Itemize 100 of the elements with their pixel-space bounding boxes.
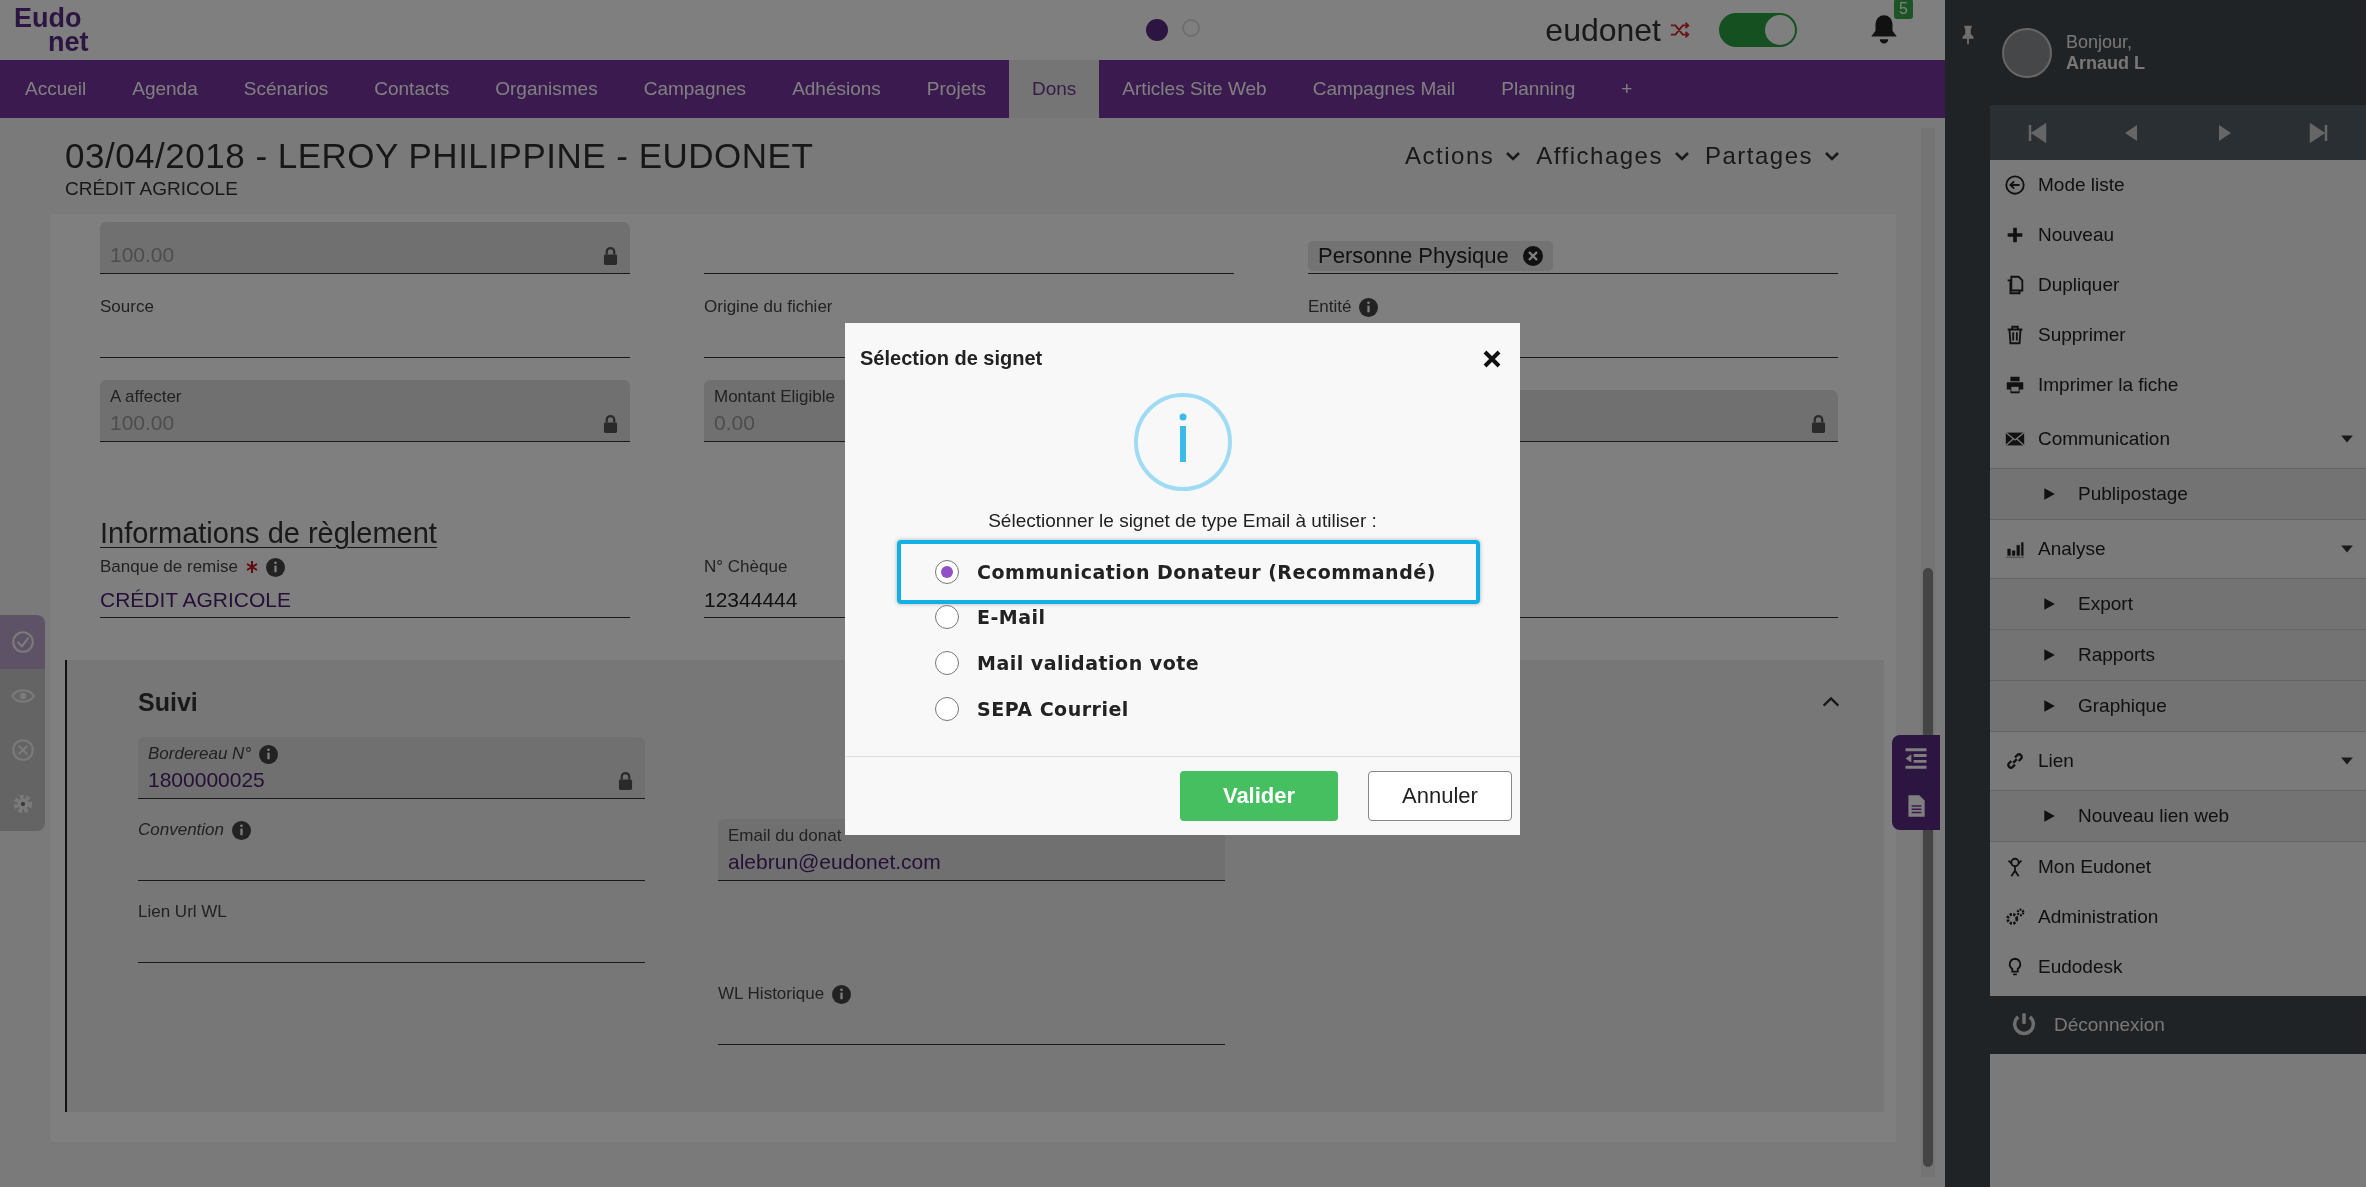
nav-tab[interactable]: Campagnes	[620, 60, 770, 118]
dropdown-menu[interactable]: Actions	[1405, 142, 1523, 170]
close-icon[interactable]	[1482, 348, 1502, 369]
nav-tab[interactable]: Organismes	[472, 60, 621, 118]
cancel-button[interactable]: Annuler	[1368, 771, 1512, 821]
menu-label: Administration	[2038, 906, 2159, 928]
submenu-item[interactable]: Publipostage	[1990, 469, 2366, 520]
triangle-right-icon	[2042, 699, 2056, 713]
field-label: Montant Eligible	[714, 387, 835, 407]
triangle-right-icon	[2042, 597, 2056, 611]
menu-item[interactable]: Supprimer	[1990, 310, 2366, 360]
confirm-button[interactable]: Valider	[1180, 771, 1338, 821]
arrow-circle-left-icon	[2004, 174, 2026, 196]
radio-button[interactable]	[935, 651, 959, 675]
nav-tab[interactable]: Planning	[1478, 60, 1599, 118]
field-label: Email du donat	[728, 826, 842, 846]
menu-item[interactable]: Dupliquer	[1990, 260, 2366, 310]
greeting-text: Bonjour,	[2066, 31, 2134, 53]
submenu-item[interactable]: Graphique	[1990, 681, 2366, 732]
field-label: A affecter	[110, 387, 182, 407]
logout-label: Déconnexion	[2054, 1014, 2165, 1036]
field-label: WL Historique	[718, 984, 825, 1004]
nav-tab[interactable]: Articles Site Web	[1099, 60, 1290, 118]
radio-button[interactable]	[935, 605, 959, 629]
radio-option[interactable]: E-Mail	[935, 605, 1046, 629]
option-label: Mail validation vote	[977, 652, 1200, 674]
triangle-right-icon	[2042, 809, 2056, 823]
field-label: Origine du fichier	[704, 297, 833, 317]
nav-tab[interactable]: +	[1598, 60, 1656, 118]
menu-label: Actions	[1405, 142, 1495, 170]
input-field[interactable]: CRÉDIT AGRICOLE	[100, 578, 630, 618]
input-field[interactable]: Bordereau N° 1800000025	[138, 737, 645, 799]
radio-button[interactable]	[935, 560, 959, 584]
shuffle-icon	[1669, 19, 1691, 41]
record-title: 03/04/2018 - LEROY PHILIPPINE - EUDONET	[65, 136, 814, 176]
radio-option[interactable]: Mail validation vote	[935, 651, 1200, 675]
nav-tab[interactable]: Contacts	[351, 60, 473, 118]
submenu-label: Export	[2078, 593, 2133, 615]
option-label: Communication Donateur (Recommandé)	[977, 561, 1436, 583]
menu-item[interactable]: Mode liste	[1990, 160, 2366, 210]
toggle-switch[interactable]	[1719, 13, 1797, 47]
field-label: Lien Url WL	[138, 902, 227, 922]
avatar	[2002, 27, 2052, 78]
menu-label: Supprimer	[2038, 324, 2126, 346]
menu-item[interactable]: Nouveau	[1990, 210, 2366, 260]
link-icon	[2004, 750, 2026, 772]
menu-item[interactable]: Eudodesk	[1990, 942, 2366, 992]
submenu-item[interactable]: Nouveau lien web	[1990, 791, 2366, 842]
radio-option[interactable]: Communication Donateur (Recommandé)	[935, 560, 1436, 584]
side-tab[interactable]	[1892, 735, 1940, 830]
nav-tab[interactable]: Projets	[903, 60, 1009, 118]
section-title: Suivi	[138, 687, 198, 717]
submenu-label: Nouveau lien web	[2078, 805, 2230, 827]
check-circle-button[interactable]	[0, 615, 45, 669]
scrollbar[interactable]	[1921, 128, 1935, 1177]
dropdown-menu[interactable]: Affichages	[1536, 142, 1691, 170]
nav-tab[interactable]: Scénarios	[220, 60, 352, 118]
menu-label: Nouveau	[2038, 224, 2115, 246]
pager-dot[interactable]	[1146, 19, 1168, 41]
field-value: alebrun@eudonet.com	[728, 850, 941, 874]
triangle-right-icon	[2042, 487, 2056, 501]
submenu-label: Graphique	[2078, 695, 2167, 717]
chip-label: Personne Physique	[1318, 243, 1509, 269]
input-field[interactable]: Personne Physique	[1308, 234, 1838, 274]
field-label: Banque de remise	[100, 557, 238, 577]
menu-item[interactable]: Mon Eudonet	[1990, 842, 2366, 892]
menu-label: Mode liste	[2038, 174, 2125, 196]
user-name: Arnaud L	[2066, 52, 2145, 74]
field-label: Entité	[1308, 297, 1352, 317]
nav-tab[interactable]: Agenda	[109, 60, 221, 118]
record-subtitle: CRÉDIT AGRICOLE	[65, 178, 239, 200]
brand-name: eudonet	[1545, 11, 1661, 49]
menu-item[interactable]: Imprimer la fiche	[1990, 360, 2366, 410]
section-heading: Informations de règlement	[100, 517, 437, 550]
notification-badge: 5	[1894, 0, 1913, 19]
menu-item[interactable]: Administration	[1990, 892, 2366, 942]
dialog-prompt: Sélectionner le signet de type Email à utiliser :	[988, 510, 1377, 532]
gears-icon	[2004, 906, 2026, 928]
nav-tab[interactable]: Campagnes Mail	[1289, 60, 1479, 118]
menu-label: Communication	[2038, 428, 2170, 450]
logout-button[interactable]: Déconnexion	[1990, 996, 2366, 1054]
menu-label: Eudodesk	[2038, 956, 2123, 978]
nav-tab[interactable]: Dons	[1009, 60, 1100, 118]
field-label: Source	[100, 297, 154, 317]
nav-tab[interactable]: Accueil	[2, 60, 110, 118]
menu-label: Partages	[1704, 142, 1813, 170]
logo: Eudo net	[14, 6, 90, 54]
field-label: N° Chèque	[704, 557, 788, 577]
radio-option[interactable]: SEPA Courriel	[935, 697, 1129, 721]
nav-tab[interactable]: Adhésions	[769, 60, 904, 118]
remove-icon[interactable]	[1522, 246, 1543, 266]
submenu-label: Publipostage	[2078, 483, 2188, 505]
radio-button[interactable]	[935, 697, 959, 721]
submenu-item[interactable]: Rapports	[1990, 630, 2366, 681]
check-circle-icon	[9, 629, 36, 655]
info-icon	[1132, 392, 1233, 492]
field-value: CRÉDIT AGRICOLE	[100, 588, 291, 612]
submenu-item[interactable]: Export	[1990, 579, 2366, 630]
menu-label: Analyse	[2038, 538, 2106, 560]
dropdown-menu[interactable]: Partages	[1704, 142, 1841, 170]
